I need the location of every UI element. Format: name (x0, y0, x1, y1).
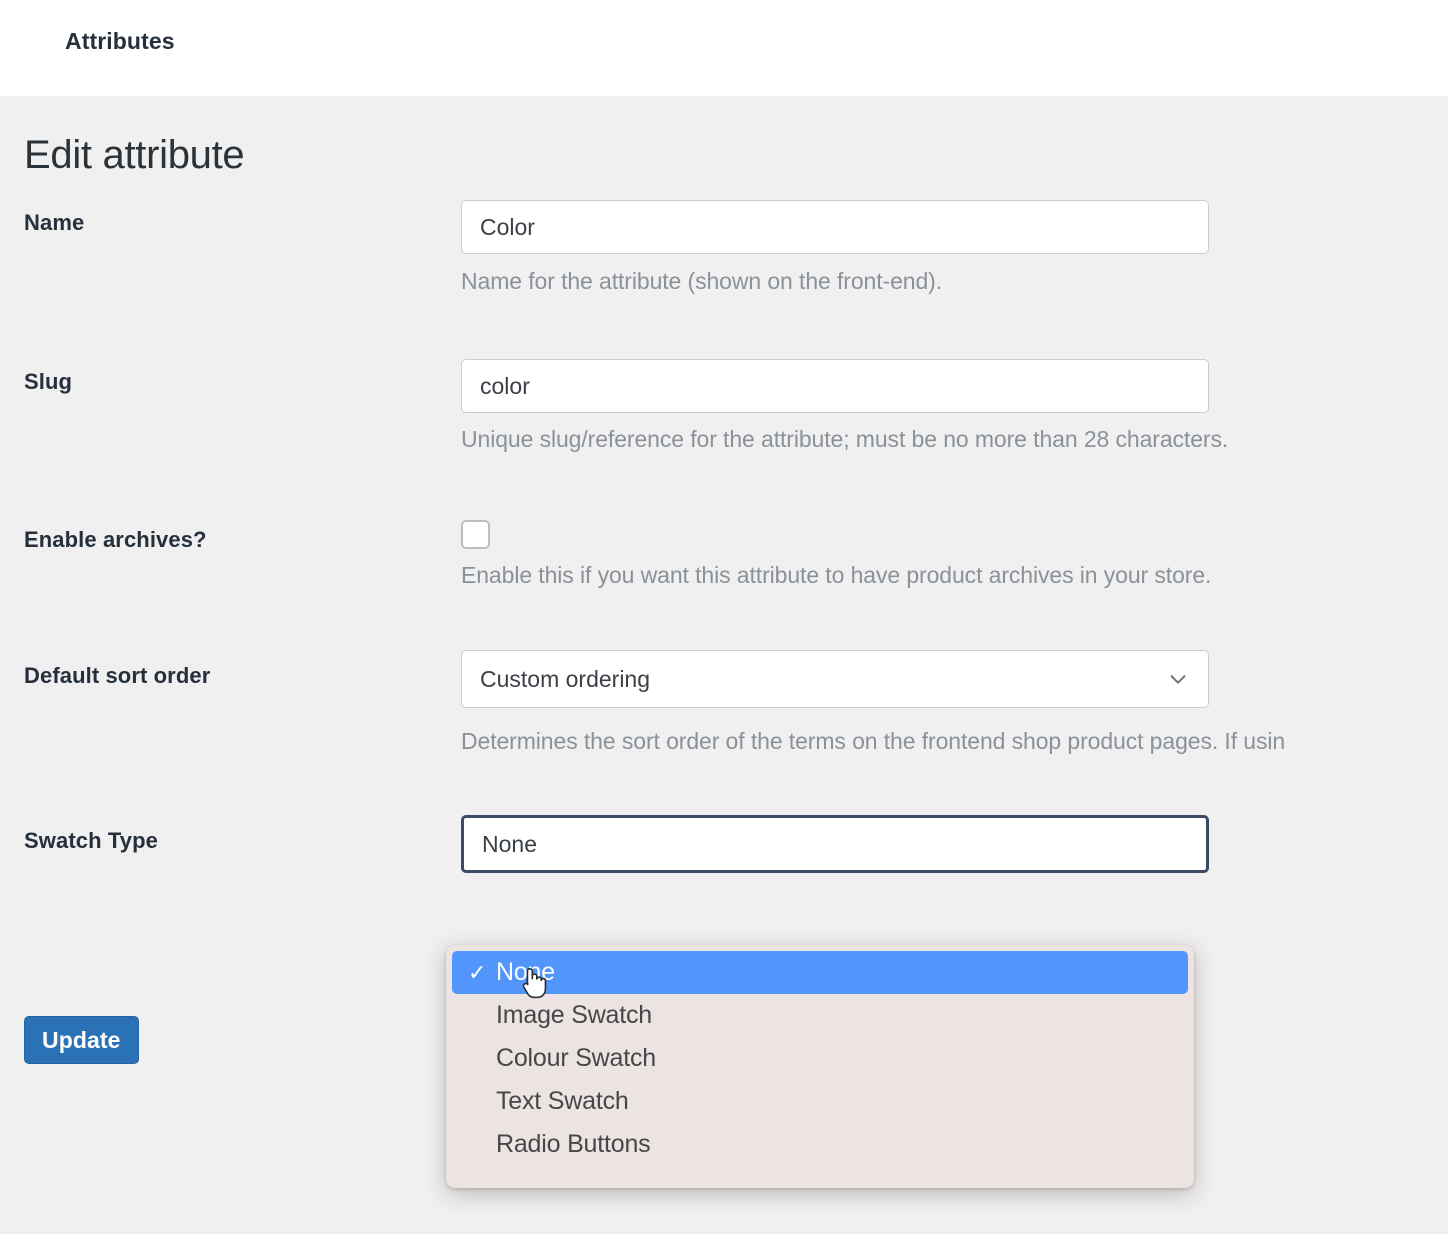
field-swatch-type: None (461, 815, 1209, 873)
dropdown-option-label: Colour Swatch (496, 1044, 656, 1072)
help-default-sort-order: Determines the sort order of the terms o… (461, 728, 1286, 754)
swatch-type-select-wrap[interactable]: None (461, 815, 1209, 873)
label-default-sort-order: Default sort order (24, 663, 211, 688)
dropdown-option-radio-buttons[interactable]: Radio Buttons (452, 1123, 1188, 1166)
label-swatch-type: Swatch Type (24, 828, 158, 853)
page-content: Edit attribute Name Name for the attribu… (0, 96, 1448, 1234)
label-name: Name (24, 210, 85, 235)
help-slug: Unique slug/reference for the attribute;… (461, 426, 1229, 452)
swatch-type-select[interactable]: None (461, 815, 1209, 873)
enable-archives-checkbox[interactable] (461, 520, 490, 549)
slug-input[interactable] (461, 359, 1209, 413)
label-slug: Slug (24, 369, 73, 394)
dropdown-option-label: Text Swatch (496, 1087, 629, 1115)
field-enable-archives (461, 520, 490, 549)
field-name (461, 200, 1209, 254)
page-heading-attributes: Attributes (65, 28, 175, 54)
default-sort-order-select[interactable]: Custom ordering (461, 650, 1209, 708)
field-slug (461, 359, 1209, 413)
dropdown-option-label: Image Swatch (496, 1001, 653, 1029)
dropdown-option-label: None (496, 958, 555, 986)
dropdown-option-label: Radio Buttons (496, 1130, 651, 1158)
default-sort-order-select-wrap[interactable]: Custom ordering (461, 650, 1209, 708)
page-title: Edit attribute (24, 133, 245, 177)
label-enable-archives: Enable archives? (24, 527, 207, 552)
dropdown-option-colour-swatch[interactable]: Colour Swatch (452, 1037, 1188, 1080)
field-default-sort-order: Custom ordering (461, 650, 1209, 708)
update-button[interactable]: Update (24, 1016, 139, 1064)
check-icon: ✓ (468, 960, 487, 985)
dropdown-option-image-swatch[interactable]: Image Swatch (452, 994, 1188, 1037)
top-bar: Attributes (0, 0, 1448, 96)
dropdown-option-none[interactable]: ✓ None (452, 951, 1188, 994)
name-input[interactable] (461, 200, 1209, 254)
dropdown-option-text-swatch[interactable]: Text Swatch (452, 1080, 1188, 1123)
help-name: Name for the attribute (shown on the fro… (461, 268, 943, 294)
help-enable-archives: Enable this if you want this attribute t… (461, 562, 1212, 588)
swatch-type-dropdown-menu[interactable]: ✓ None Image Swatch Colour Swatch Text S… (446, 945, 1194, 1188)
